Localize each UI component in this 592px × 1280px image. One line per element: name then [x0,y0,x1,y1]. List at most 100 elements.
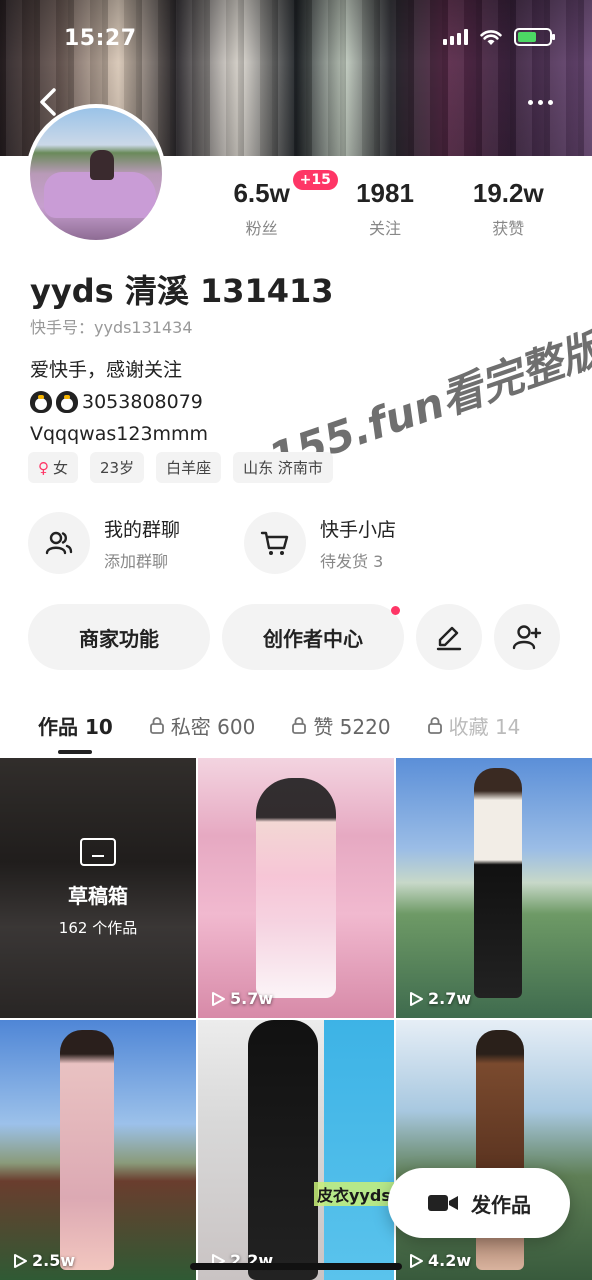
draft-info: 草稿箱 162 个作品 [0,838,196,938]
tab-favorites[interactable]: 收藏 14 [427,711,521,740]
shortcut-subtitle: 添加群聊 [104,551,169,571]
tag-gender: ♀ 女 [28,452,79,483]
folder-icon [80,838,116,866]
video-tile[interactable]: 5.7w [198,758,394,1018]
shortcut-group-chat[interactable]: 我的群聊 添加群聊 [28,512,244,574]
home-indicator[interactable] [190,1263,402,1270]
tag-text: 23岁 [100,459,135,477]
draft-count: 162 个作品 [58,919,138,937]
tab-label: 赞 5220 [313,714,391,739]
video-thumbnail [248,1020,318,1280]
tag-text: 女 [53,459,69,477]
stat-followers[interactable]: 6.5w +15 粉丝 [207,170,338,239]
more-dot [547,99,553,105]
creator-center-label: 创作者中心 [263,626,363,651]
more-dot [527,99,533,105]
tab-label: 收藏 14 [448,714,521,739]
profile-page: 15:27 6.5w +15 粉丝 1981 关注 19.2w 获赞 yyds … [0,0,592,1280]
stat-value: 1981 [356,178,414,208]
female-icon: ♀ [38,458,49,477]
play-count: 2.5w [12,1251,75,1270]
tab-private[interactable]: 私密 600 [149,711,256,740]
profile-stats: 6.5w +15 粉丝 1981 关注 19.2w 获赞 [200,170,570,239]
bio-line: 爱快手，感谢关注 [30,354,208,386]
video-thumbnail [474,768,522,998]
tab-label: 私密 600 [170,714,256,739]
play-count-value: 4.2w [428,1251,472,1270]
lock-icon [149,717,164,734]
kuaishou-id[interactable]: 快手号：yyds131434 [30,314,193,338]
bio-text: 爱快手，感谢关注 [30,359,183,381]
bio-text: Vqqqwas123mmm [30,423,209,445]
video-thumbnail [256,778,336,998]
play-count-value: 5.7w [230,989,274,1008]
stat-likes[interactable]: 19.2w 获赞 [453,178,563,239]
bio-line: 3053808079 [30,386,208,418]
play-count: 4.2w [408,1251,471,1270]
shortcut-subtitle: 待发货 3 [320,551,384,571]
tag-zodiac: 白羊座 [156,452,222,483]
stat-label: 关注 [368,219,401,238]
action-buttons: 商家功能 创作者中心 [28,604,560,670]
draft-box-tile[interactable]: 草稿箱 162 个作品 [0,758,196,1018]
bio-line: Vqqqwas123mmm [30,418,208,450]
creator-center-button[interactable]: 创作者中心 [222,604,404,670]
tag-text: 白羊座 [166,459,212,477]
group-chat-icon [28,512,90,574]
video-tile[interactable]: 皮衣yyds 2.2w [198,1020,394,1280]
shortcut-title: 我的群聊 [104,518,181,541]
video-tile[interactable]: 4.2w [396,1020,592,1280]
tab-works[interactable]: 作品 10 [38,711,113,754]
status-icons [443,28,555,46]
draft-title: 草稿箱 [68,884,128,908]
penguin-icon [30,391,52,413]
profile-card: 6.5w +15 粉丝 1981 关注 19.2w 获赞 yyds 清溪 131… [0,156,592,1280]
shortcut-shop[interactable]: 快手小店 待发货 3 [244,512,460,574]
signal-icon [443,29,468,45]
shortcuts: 我的群聊 添加群聊 快手小店 待发货 3 [28,512,568,574]
play-icon [212,991,225,1006]
username: yyds 清溪 131413 [30,272,334,310]
stat-value: 19.2w [472,178,544,208]
lock-icon [292,717,307,734]
more-dot [537,99,543,105]
play-icon [14,1253,27,1268]
publish-button[interactable]: 发作品 [388,1168,570,1238]
add-friend-button[interactable] [494,604,560,670]
play-count: 5.7w [210,989,273,1008]
tag-age: 23岁 [90,452,145,483]
tab-label: 作品 10 [38,714,113,739]
shortcut-title: 快手小店 [320,518,397,541]
notification-dot [391,606,400,615]
penguin-icon [56,391,78,413]
edit-profile-button[interactable] [416,604,482,670]
bio: 爱快手，感谢关注 3053808079 Vqqqwas123mmm [30,354,208,450]
bio-text: 3053808079 [82,391,203,413]
status-time: 15:27 [64,26,137,51]
play-count: 2.7w [408,989,471,1008]
play-icon [410,1253,423,1268]
add-user-icon [512,625,542,650]
shopping-cart-icon [244,512,306,574]
battery-icon [514,28,555,46]
stat-label: 粉丝 [245,219,278,238]
stat-following[interactable]: 1981 关注 [330,178,440,239]
tag-text: 山东 济南市 [243,459,323,477]
video-tile[interactable]: 2.5w [0,1020,196,1280]
lock-icon [427,717,442,734]
avatar[interactable] [26,104,166,244]
video-caption: 皮衣yyds [314,1182,394,1206]
video-thumbnail [60,1030,114,1270]
tag-location: 山东 济南市 [233,452,333,483]
avatar-person [90,150,114,180]
edit-icon [436,626,462,651]
video-tile[interactable]: 2.7w [396,758,592,1018]
publish-label: 发作品 [471,1192,531,1217]
play-icon [410,991,423,1006]
tab-liked[interactable]: 赞 5220 [291,711,391,740]
content-tabs: 作品 10 私密 600 赞 5220 收藏 14 [0,696,592,754]
more-options-button[interactable] [520,92,560,112]
profile-tags: ♀ 女 23岁 白羊座 山东 济南市 [28,452,333,483]
merchant-features-button[interactable]: 商家功能 [28,604,210,670]
stat-label: 获赞 [492,219,525,238]
